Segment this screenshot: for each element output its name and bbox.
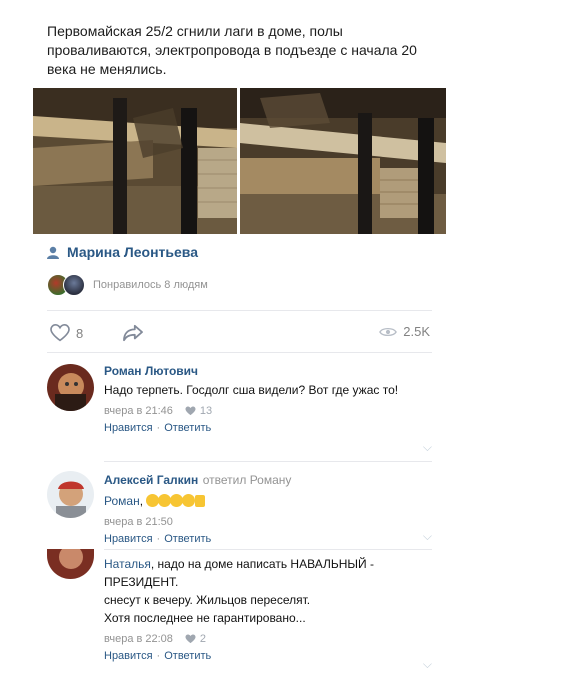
comment-time[interactable]: вчера в 21:46 — [104, 405, 173, 417]
avatar[interactable] — [47, 364, 94, 411]
comment-text-suffix: , — [139, 494, 144, 508]
like-comment-link[interactable]: Нравится — [104, 650, 153, 662]
author-name[interactable]: Марина Леонтьева — [67, 244, 198, 260]
chevron-down-icon[interactable]: ⌵ — [423, 529, 432, 544]
avatar[interactable] — [47, 549, 94, 579]
comment-text-line: Хотя последнее не гарантировано... — [104, 611, 306, 625]
eye-icon — [379, 327, 398, 336]
comment-author[interactable]: Алексей Галкин — [104, 473, 198, 487]
divider — [47, 352, 432, 353]
comment: Роман Лютович Надо терпеть. Госдолг сша … — [47, 364, 432, 454]
divider — [104, 461, 432, 462]
comment-like-count: 2 — [199, 633, 207, 645]
views-count: 2.5K — [403, 324, 430, 339]
photo-broken-floor — [240, 88, 446, 234]
reply-info[interactable]: ответил Роману — [203, 473, 292, 487]
comment-text: Наталья, надо на доме написать НАВАЛЬНЫЙ… — [104, 555, 414, 591]
comment: Алексей Галкин ответил Роману Роман, вче… — [47, 471, 432, 545]
share-icon — [123, 324, 143, 342]
divider — [47, 310, 432, 311]
reply-link[interactable]: Ответить — [164, 422, 211, 434]
chevron-down-icon[interactable]: ⌵ — [423, 440, 432, 455]
comment-author[interactable]: Роман Лютович — [104, 364, 432, 378]
post-author[interactable]: Марина Леонтьева — [47, 244, 198, 260]
avatar[interactable] — [47, 471, 94, 518]
separator-dot: · — [156, 533, 161, 545]
views-counter: 2.5K — [379, 324, 430, 339]
reply-link[interactable]: Ответить — [164, 650, 211, 662]
comment-text-line: снесут к вечеру. Жильцов переселят. — [104, 593, 311, 607]
liker-avatar[interactable] — [63, 274, 85, 296]
photo-rotten-joists — [33, 88, 237, 234]
separator-dot: · — [156, 422, 161, 434]
separator-dot: · — [156, 650, 161, 662]
mention-link[interactable]: Наталья — [104, 557, 151, 571]
emoji-group — [146, 494, 206, 508]
chevron-down-icon[interactable]: ⌵ — [423, 657, 432, 672]
comment-time[interactable]: вчера в 21:50 — [104, 516, 173, 528]
reply-link[interactable]: Ответить — [164, 533, 211, 545]
post-photo-2[interactable] — [240, 88, 446, 234]
comment-like-count: 13 — [199, 405, 213, 417]
like-button[interactable]: 8 — [50, 324, 83, 342]
comment-text: Роман, — [104, 492, 432, 510]
heart-icon — [185, 406, 196, 416]
comment-like-counter[interactable]: 13 — [185, 405, 212, 417]
mention-link[interactable]: Роман — [104, 494, 140, 508]
comment-text: Надо терпеть. Госдолг сша видели? Вот гд… — [104, 383, 399, 397]
user-icon — [47, 246, 59, 259]
comment-like-counter[interactable]: 2 — [185, 633, 206, 645]
likes-summary[interactable]: Понравилось 8 людям — [47, 274, 208, 296]
post-actions: 8 2.5K — [50, 324, 430, 344]
heart-icon — [50, 324, 70, 342]
like-count: 8 — [76, 325, 84, 341]
like-comment-link[interactable]: Нравится — [104, 422, 153, 434]
post-photo-1[interactable] — [33, 88, 237, 234]
comment: Наталья, надо на доме написать НАВАЛЬНЫЙ… — [47, 549, 432, 672]
share-button[interactable] — [122, 324, 144, 342]
like-comment-link[interactable]: Нравится — [104, 533, 153, 545]
heart-icon — [185, 634, 196, 644]
post-text: Первомайская 25/2 сгнили лаги в доме, по… — [47, 23, 417, 77]
likes-summary-text: Понравилось 8 людям — [93, 279, 208, 291]
comment-time[interactable]: вчера в 22:08 — [104, 633, 173, 645]
